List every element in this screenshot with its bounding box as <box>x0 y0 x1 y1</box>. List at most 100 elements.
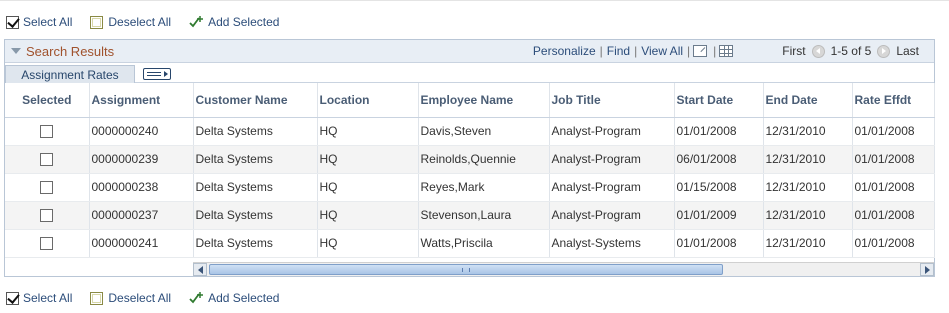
end-date-cell: 12/31/2010 <box>763 173 853 202</box>
select-all-label: Select All <box>23 15 73 29</box>
rate-effdt-cell: 01/01/2008 <box>852 201 935 230</box>
column-header: Location <box>317 83 419 118</box>
select-all-label: Select All <box>23 291 73 305</box>
column-header: Rate Effdt <box>852 83 935 118</box>
pagination: First 1-5 of 5 Last <box>779 44 922 58</box>
add-selected-label: Add Selected <box>208 15 280 29</box>
deselect-all-label: Deselect All <box>108 15 172 29</box>
employee-cell: Davis,Steven <box>418 117 550 146</box>
assignment-cell: 0000000238 <box>89 173 194 202</box>
customer-cell: Delta Systems <box>193 201 318 230</box>
column-header: Assignment <box>89 83 194 118</box>
table-row: 0000000240 Delta Systems HQ Davis,Steven… <box>5 117 935 146</box>
end-date-cell: 12/31/2010 <box>763 201 853 230</box>
table-row: 0000000239 Delta Systems HQ Reinolds,Que… <box>5 145 935 174</box>
row-select-checkbox[interactable] <box>40 237 54 251</box>
checkbox-empty-icon <box>90 291 104 305</box>
download-grid-icon[interactable] <box>719 45 734 57</box>
start-date-cell: 06/01/2008 <box>674 145 764 174</box>
end-date-cell: 12/31/2010 <box>763 145 853 174</box>
toolbar-separator: | <box>713 44 717 58</box>
job-title-cell: Analyst-Program <box>549 173 675 202</box>
employee-cell: Stevenson,Laura <box>418 201 550 230</box>
deselect-all-label: Deselect All <box>108 291 172 305</box>
results-table: Selected Assignment Customer Name Locati… <box>5 83 935 258</box>
next-page-icon[interactable] <box>877 44 891 58</box>
location-cell: HQ <box>317 145 419 174</box>
job-title-cell: Analyst-Systems <box>549 229 675 258</box>
checkbox-checked-icon <box>6 291 19 305</box>
column-header: Job Title <box>549 83 675 118</box>
job-title-cell: Analyst-Program <box>549 117 675 146</box>
assignment-cell: 0000000240 <box>89 117 194 146</box>
column-header: Selected <box>5 83 90 118</box>
deselect-all-button[interactable]: Deselect All <box>90 291 171 305</box>
add-selected-button[interactable]: Add Selected <box>189 291 279 305</box>
view-all-link[interactable]: View All <box>637 44 687 58</box>
rate-effdt-cell: 01/01/2008 <box>852 173 935 202</box>
assignment-cell: 0000000237 <box>89 201 194 230</box>
start-date-cell: 01/15/2008 <box>674 173 764 202</box>
assignment-cell: 0000000239 <box>89 145 194 174</box>
row-select-checkbox[interactable] <box>40 181 54 195</box>
last-link[interactable]: Last <box>896 44 919 58</box>
bottom-action-bar: Select All Deselect All Add Selected <box>6 289 297 307</box>
add-selected-label: Add Selected <box>208 291 280 305</box>
assignment-cell: 0000000241 <box>89 229 194 258</box>
rate-effdt-cell: 01/01/2008 <box>852 145 935 174</box>
personalize-link[interactable]: Personalize <box>529 44 600 58</box>
grid-title: Search Results <box>26 43 115 59</box>
table-header-row: Selected Assignment Customer Name Locati… <box>5 83 935 118</box>
row-select-checkbox[interactable] <box>40 209 54 223</box>
start-date-cell: 01/01/2008 <box>674 117 764 146</box>
employee-cell: Watts,Priscila <box>418 229 550 258</box>
scroll-left-icon[interactable] <box>193 263 207 276</box>
find-link[interactable]: Find <box>603 44 634 58</box>
select-all-button[interactable]: Select All <box>6 15 72 29</box>
row-select-checkbox[interactable] <box>40 125 54 139</box>
column-header: Customer Name <box>193 83 318 118</box>
select-all-button[interactable]: Select All <box>6 291 72 305</box>
top-action-bar: Select All Deselect All Add Selected <box>6 13 297 31</box>
customer-cell: Delta Systems <box>193 145 318 174</box>
end-date-cell: 12/31/2010 <box>763 117 853 146</box>
column-header: Start Date <box>674 83 764 118</box>
add-checkmark-icon <box>189 16 204 28</box>
table-row: 0000000237 Delta Systems HQ Stevenson,La… <box>5 201 935 230</box>
horizontal-scrollbar[interactable] <box>193 262 934 276</box>
rate-effdt-cell: 01/01/2008 <box>852 229 935 258</box>
add-checkmark-icon <box>189 292 204 304</box>
top-divider <box>0 0 949 1</box>
tab-assignment-rates[interactable]: Assignment Rates <box>5 65 135 83</box>
scroll-thumb[interactable] <box>209 264 723 275</box>
column-header: Employee Name <box>418 83 550 118</box>
tab-row: Assignment Rates <box>5 63 934 83</box>
customer-cell: Delta Systems <box>193 229 318 258</box>
zoom-grid-icon[interactable] <box>693 45 708 57</box>
deselect-all-button[interactable]: Deselect All <box>90 15 171 29</box>
grid-header: Search Results Personalize | Find | View… <box>5 40 934 63</box>
location-cell: HQ <box>317 201 419 230</box>
employee-cell: Reyes,Mark <box>418 173 550 202</box>
customer-cell: Delta Systems <box>193 117 318 146</box>
add-selected-button[interactable]: Add Selected <box>189 15 279 29</box>
start-date-cell: 01/01/2009 <box>674 201 764 230</box>
end-date-cell: 12/31/2010 <box>763 229 853 258</box>
job-title-cell: Analyst-Program <box>549 145 675 174</box>
table-row: 0000000238 Delta Systems HQ Reyes,Mark A… <box>5 173 935 202</box>
search-results-grid: Search Results Personalize | Find | View… <box>4 39 935 277</box>
prev-page-icon[interactable] <box>811 44 825 58</box>
table-row: 0000000241 Delta Systems HQ Watts,Prisci… <box>5 229 935 258</box>
toolbar-separator: | <box>687 44 691 58</box>
row-select-checkbox[interactable] <box>40 153 54 167</box>
collapse-triangle-icon[interactable] <box>11 48 21 54</box>
location-cell: HQ <box>317 117 419 146</box>
show-all-columns-icon[interactable] <box>143 68 171 80</box>
scroll-right-icon[interactable] <box>920 263 934 276</box>
job-title-cell: Analyst-Program <box>549 201 675 230</box>
first-link[interactable]: First <box>782 44 805 58</box>
location-cell: HQ <box>317 173 419 202</box>
column-header: End Date <box>763 83 853 118</box>
checkbox-empty-icon <box>90 15 104 29</box>
grid-toolbar: Personalize | Find | View All | | First … <box>529 44 922 58</box>
